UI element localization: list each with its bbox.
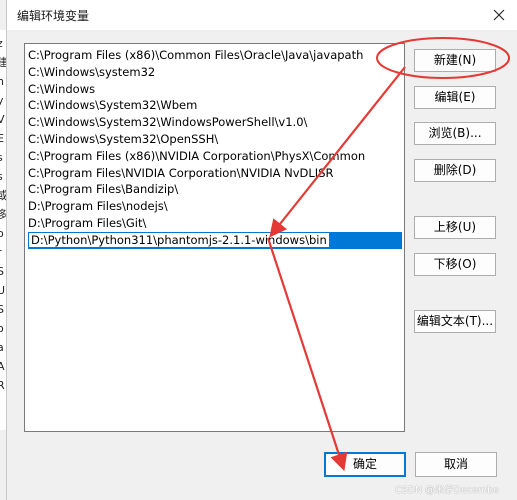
list-item[interactable]: C:\Program Files (x86)\Common Files\Orac… bbox=[28, 47, 402, 64]
delete-button[interactable]: 删除(D) bbox=[414, 159, 496, 182]
dialog-title: 编辑环境变量 bbox=[17, 9, 90, 23]
path-edit-input[interactable]: D:\Python\Python311\phantomjs-2.1.1-wind… bbox=[28, 232, 330, 248]
background-text-fragment: r bbox=[0, 247, 2, 259]
browse-button[interactable]: 浏览(B)... bbox=[414, 122, 496, 145]
background-text-fragment: V bbox=[0, 114, 5, 126]
background-text-fragment: R bbox=[0, 380, 5, 392]
background-text-fragment: n bbox=[0, 76, 4, 88]
list-item[interactable]: C:\Windows\System32\OpenSSH\ bbox=[28, 131, 402, 148]
list-item[interactable]: D:\Program Files\nodejs\ bbox=[28, 198, 402, 215]
background-text-fragment: o bbox=[0, 228, 4, 240]
move-up-button[interactable]: 上移(U) bbox=[414, 216, 496, 239]
path-list[interactable]: D:\Python\Python311\phantomjs-2.1.1-wind… bbox=[24, 43, 405, 432]
move-down-button[interactable]: 下移(O) bbox=[414, 253, 496, 276]
background-text-fragment: S bbox=[0, 304, 4, 316]
new-button[interactable]: 新建(N) bbox=[414, 49, 496, 72]
background-text-fragment: a bbox=[0, 342, 4, 354]
ok-button[interactable]: 确定 bbox=[324, 452, 406, 477]
background-text-fragment: E bbox=[0, 133, 4, 145]
list-item[interactable]: C:\Windows\System32\Wbem bbox=[28, 97, 402, 114]
edit-text-button[interactable]: 编辑文本(T)... bbox=[414, 310, 496, 333]
list-item[interactable]: C:\Program Files\Bandizip\ bbox=[28, 181, 402, 198]
list-item[interactable]: C:\Program Files (x86)\NVIDIA Corporatio… bbox=[28, 148, 402, 165]
list-item-editing[interactable]: D:\Python\Python311\phantomjs-2.1.1-wind… bbox=[28, 232, 402, 249]
background-text-fragment: y bbox=[0, 95, 4, 107]
background-text-fragment: S bbox=[0, 266, 4, 278]
background-text-fragment: s bbox=[0, 171, 3, 183]
list-item[interactable]: D:\Program Files\Git\ bbox=[28, 215, 402, 232]
background-text-fragment: U bbox=[0, 285, 5, 297]
background-text-fragment: z bbox=[0, 38, 3, 50]
close-button[interactable] bbox=[486, 2, 512, 28]
list-item[interactable]: C:\Program Files\NVIDIA Corporation\NVID… bbox=[28, 165, 402, 182]
close-icon bbox=[493, 9, 505, 21]
background-text-fragment: s bbox=[0, 152, 3, 164]
background-text-fragment: o bbox=[0, 323, 4, 335]
background-text-fragment: A bbox=[0, 361, 5, 373]
list-item[interactable]: C:\Windows\System32\WindowsPowerShell\v1… bbox=[28, 114, 402, 131]
edit-button[interactable]: 编辑(E) bbox=[414, 86, 496, 109]
list-item[interactable]: C:\Windows bbox=[28, 81, 402, 98]
cancel-button[interactable]: 取消 bbox=[415, 452, 497, 477]
title-bar: 编辑环境变量 bbox=[7, 0, 517, 30]
list-item[interactable]: C:\Windows\system32 bbox=[28, 64, 402, 81]
watermark: CSDN @米仔Decembe bbox=[395, 485, 499, 496]
edit-env-variable-dialog: 编辑环境变量 D:\Python\Python311\phantomjs-2.1… bbox=[6, 0, 517, 500]
